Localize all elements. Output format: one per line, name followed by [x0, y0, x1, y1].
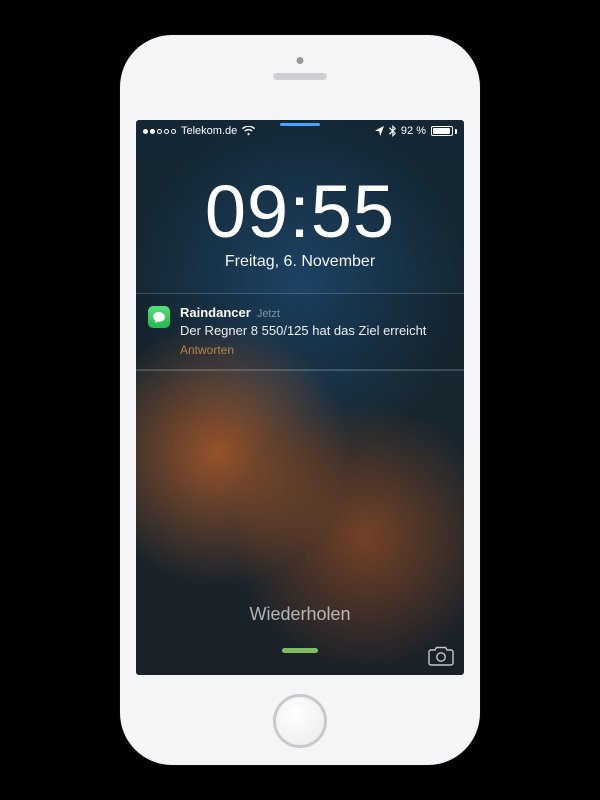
front-camera-dot: [297, 57, 304, 64]
earpiece-speaker: [273, 73, 327, 80]
bottom-handle-indicator[interactable]: [282, 648, 318, 653]
notification-body: Raindancer Jetzt Der Regner 8 550/125 ha…: [180, 304, 452, 359]
clock-time: 09:55: [136, 175, 464, 249]
battery-icon: [431, 126, 457, 136]
notification-app-name: Raindancer: [180, 304, 251, 322]
wifi-icon: [242, 126, 255, 136]
notification-reply-action[interactable]: Antworten: [180, 342, 452, 358]
notification-message: Der Regner 8 550/125 hat das Ziel erreic…: [180, 322, 452, 340]
clock-date: Freitag, 6. November: [136, 253, 464, 271]
bluetooth-icon: [389, 125, 396, 137]
phone-device-frame: Telekom.de 92 % 09:55: [120, 35, 480, 765]
battery-percent-label: 92 %: [401, 125, 426, 137]
notification-divider: [136, 369, 464, 370]
location-icon: [375, 126, 384, 136]
lock-screen: Telekom.de 92 % 09:55: [136, 120, 464, 675]
camera-shortcut-button[interactable]: [428, 645, 454, 667]
signal-strength-icon: [143, 129, 176, 134]
unlock-hint-label: Wiederholen: [136, 604, 464, 625]
status-bar: Telekom.de 92 %: [136, 120, 464, 142]
status-bar-left: Telekom.de: [143, 125, 255, 137]
notification-card[interactable]: Raindancer Jetzt Der Regner 8 550/125 ha…: [136, 294, 464, 369]
clock-area: 09:55 Freitag, 6. November: [136, 120, 464, 271]
home-button[interactable]: [273, 694, 327, 748]
messages-app-icon: [148, 306, 170, 328]
status-bar-right: 92 %: [375, 125, 457, 137]
notification-list: Raindancer Jetzt Der Regner 8 550/125 ha…: [136, 293, 464, 371]
notification-time-ago: Jetzt: [257, 307, 280, 322]
carrier-label: Telekom.de: [181, 125, 237, 137]
